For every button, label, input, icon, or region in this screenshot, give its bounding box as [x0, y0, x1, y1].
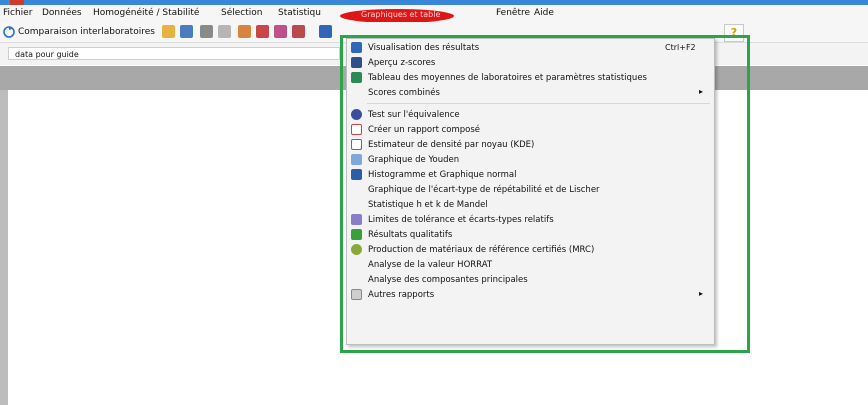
- menu-statistiques[interactable]: Statistiqu: [278, 8, 321, 18]
- table-icon: [351, 72, 362, 83]
- menu-item-production-mrc[interactable]: Production de matériaux de référence cer…: [347, 243, 714, 257]
- menu-graphiques-label: Graphiques et table: [361, 10, 441, 19]
- menu-item-label: Test sur l'équivalence: [368, 110, 460, 120]
- menu-item-label: Limites de tolérance et écarts-types rel…: [368, 215, 554, 225]
- menu-item-resultats-qualitatifs[interactable]: Résultats qualitatifs: [347, 228, 714, 242]
- menu-item-label: Histogramme et Graphique normal: [368, 170, 517, 180]
- menu-item-test-equivalence[interactable]: Test sur l'équivalence: [347, 108, 714, 122]
- menu-item-histogramme[interactable]: Histogramme et Graphique normal: [347, 168, 714, 182]
- tolerance-icon: [351, 214, 362, 225]
- refresh-icon: [3, 25, 15, 38]
- density-icon: [351, 139, 362, 150]
- menu-item-apercu-z-scores[interactable]: Aperçu z-scores: [347, 56, 714, 70]
- menu-item-label: Analyse de la valeur HORRAT: [368, 260, 493, 270]
- document-selector[interactable]: data pour guide: [8, 47, 340, 60]
- menu-item-composantes-principales[interactable]: Analyse des composantes principales: [347, 273, 714, 287]
- equivalence-icon: [351, 109, 362, 120]
- z-score-icon: [351, 57, 362, 68]
- menu-separator: [367, 103, 710, 104]
- menu-selection[interactable]: Sélection: [221, 8, 262, 18]
- comparaison-button[interactable]: Comparaison interlaboratoires: [3, 24, 155, 39]
- menu-graphiques-highlight[interactable]: Graphiques et table: [340, 9, 454, 23]
- menu-item-label: Production de matériaux de référence cer…: [368, 245, 595, 255]
- qualitative-icon: [351, 229, 362, 240]
- menu-item-tableau-moyennes[interactable]: Tableau des moyennes de laboratoires et …: [347, 71, 714, 85]
- submenu-arrow-icon: ▸: [699, 87, 704, 96]
- left-panel-edge: [0, 90, 8, 405]
- other-reports-icon: [351, 289, 362, 300]
- histogram-icon: [351, 169, 362, 180]
- menu-item-visualisation[interactable]: Visualisation des résultats Ctrl+F2: [347, 41, 714, 55]
- gear-icon: [351, 244, 362, 255]
- menu-aide[interactable]: Aide: [534, 8, 554, 18]
- menu-item-label: Scores combinés: [368, 88, 440, 98]
- menu-item-label: Graphique de l'écart-type de répétabilit…: [368, 185, 600, 195]
- menu-item-kde[interactable]: Estimateur de densité par noyau (KDE): [347, 138, 714, 152]
- chart-mk-icon[interactable]: [292, 25, 305, 38]
- menu-item-ecart-type-lischer[interactable]: Graphique de l'écart-type de répétabilit…: [347, 183, 714, 197]
- menu-item-label: Statistique h et k de Mandel: [368, 200, 488, 210]
- copy-icon[interactable]: [218, 25, 231, 38]
- menu-item-label: Résultats qualitatifs: [368, 230, 453, 240]
- menu-item-limites-tolerance[interactable]: Limites de tolérance et écarts-types rel…: [347, 213, 714, 227]
- menu-item-label: Visualisation des résultats: [368, 43, 480, 53]
- shortcut-label: Ctrl+F2: [665, 43, 696, 52]
- group-icon[interactable]: [162, 25, 175, 38]
- menu-homogeneite-stabilite[interactable]: Homogénéité / Stabilité: [93, 8, 199, 18]
- menu-item-autres-rapports[interactable]: Autres rapports ▸: [347, 288, 714, 302]
- menu-item-label: Aperçu z-scores: [368, 58, 436, 68]
- menu-item-rapport-compose[interactable]: Créer un rapport composé: [347, 123, 714, 137]
- menu-item-horrat[interactable]: Analyse de la valeur HORRAT: [347, 258, 714, 272]
- report-icon: [351, 124, 362, 135]
- chart-window-icon: [351, 42, 362, 53]
- menu-bar: Fichier Données Homogénéité / Stabilité …: [0, 5, 868, 23]
- menu-item-mandel[interactable]: Statistique h et k de Mandel: [347, 198, 714, 212]
- graphiques-dropdown-menu: Visualisation des résultats Ctrl+F2 Aper…: [346, 38, 715, 345]
- table-icon[interactable]: [180, 25, 193, 38]
- comparaison-label: Comparaison interlaboratoires: [18, 26, 155, 37]
- print-icon[interactable]: [200, 25, 213, 38]
- chart-mh-icon[interactable]: [256, 25, 269, 38]
- help-button[interactable]: ?: [724, 24, 744, 42]
- youden-icon: [351, 154, 362, 165]
- menu-item-youden[interactable]: Graphique de Youden: [347, 153, 714, 167]
- menu-item-label: Autres rapports: [368, 290, 435, 300]
- menu-fenetre[interactable]: Fenêtre: [496, 8, 530, 18]
- menu-item-label: Analyse des composantes principales: [368, 275, 528, 285]
- chart-ml-icon[interactable]: [274, 25, 287, 38]
- menu-item-label: Tableau des moyennes de laboratoires et …: [368, 73, 647, 83]
- menu-item-label: Estimateur de densité par noyau (KDE): [368, 140, 535, 150]
- submenu-arrow-icon: ▸: [699, 289, 704, 298]
- chart-window-icon[interactable]: [319, 25, 332, 38]
- chart-bar-icon[interactable]: [238, 25, 251, 38]
- menu-donnees[interactable]: Données: [42, 8, 82, 18]
- menu-item-label: Créer un rapport composé: [368, 125, 481, 135]
- menu-item-scores-combines[interactable]: Scores combinés ▸: [347, 86, 714, 100]
- menu-fichier[interactable]: Fichier: [3, 8, 32, 18]
- menu-item-label: Graphique de Youden: [368, 155, 460, 165]
